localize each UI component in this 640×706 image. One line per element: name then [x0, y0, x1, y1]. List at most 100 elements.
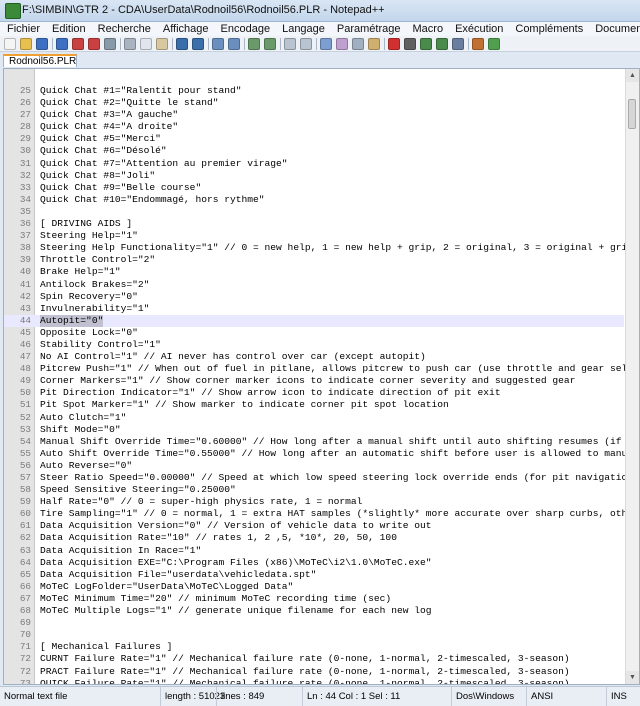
editor-line[interactable]: 66 MoTeC LogFolder="UserData\MoTeC\Logged…	[4, 581, 624, 593]
find-icon[interactable]	[212, 37, 224, 50]
launch-icon[interactable]	[472, 37, 484, 50]
editor-line[interactable]: 68 MoTeC Multiple Logs="1" // generate un…	[4, 605, 624, 617]
scroll-up-arrow-icon[interactable]: ▲	[626, 69, 639, 82]
editor-line[interactable]: 54 Manual Shift Override Time="0.60000" /…	[4, 436, 639, 448]
editor-line[interactable]: 65 Data Acquisition File="userdata\vehicl…	[4, 569, 624, 581]
vertical-scrollbar[interactable]: ▲ ▼	[625, 69, 639, 684]
editor-line[interactable]: 72 CURNT Failure Rate="1" // Mechanical f…	[4, 653, 624, 665]
new-file-icon[interactable]	[4, 37, 16, 50]
editor-line[interactable]: 28 Quick Chat #4="A droite"	[4, 121, 624, 133]
editor-line[interactable]: 27 Quick Chat #3="A gauche"	[4, 109, 624, 121]
menu-fichier[interactable]: Fichier	[0, 23, 46, 35]
cut-icon[interactable]	[124, 37, 136, 50]
word-wrap-icon[interactable]	[320, 37, 332, 50]
zoom-out-icon[interactable]	[264, 37, 276, 50]
zoom-in-icon[interactable]	[248, 37, 260, 50]
menu-affichage[interactable]: Affichage	[157, 23, 215, 35]
menu-encodage[interactable]: Encodage	[215, 23, 277, 35]
editor-line[interactable]: 34 Quick Chat #10="Endommagé, hors rythme…	[4, 194, 624, 206]
editor-line[interactable]: 50 Pit Direction Indicator="1" // Show ar…	[4, 387, 624, 399]
editor-line[interactable]: 71 [ Mechanical Failures ]	[4, 641, 624, 653]
editor-line[interactable]: 55 Auto Shift Override Time="0.55000" // …	[4, 447, 639, 460]
editor-line[interactable]: 40 Brake Help="1"	[4, 266, 624, 278]
editor-line[interactable]: 29 Quick Chat #5="Merci"	[4, 133, 624, 145]
print-icon[interactable]	[104, 37, 116, 50]
editor-line[interactable]: 46 Stability Control="1"	[4, 339, 624, 351]
editor-line[interactable]: 63 Data Acquisition In Race="1"	[4, 545, 624, 557]
menu-execution[interactable]: Exécution	[449, 23, 509, 35]
editor-line[interactable]: 26 Quick Chat #2="Quitte le stand"	[4, 97, 624, 109]
user-language-icon[interactable]	[368, 37, 380, 50]
close-all-icon[interactable]	[88, 37, 100, 50]
menu-langage[interactable]: Langage	[276, 23, 331, 35]
menu-edition[interactable]: Edition	[46, 23, 92, 35]
menu-recherche[interactable]: Recherche	[92, 23, 157, 35]
editor-line[interactable]: 30 Quick Chat #6="Désolé"	[4, 145, 624, 157]
line-number: 55	[19, 447, 31, 459]
editor-line[interactable]: 44 Autopit="0"	[4, 314, 624, 327]
spell-check-icon[interactable]	[488, 37, 500, 50]
paste-icon[interactable]	[156, 37, 168, 50]
menu-complements[interactable]: Compléments	[509, 23, 589, 35]
scrollbar-thumb[interactable]	[628, 99, 636, 129]
editor-line[interactable]: 51 Pit Spot Marker="1" // Show marker to …	[4, 399, 624, 411]
title-bar: F:\SIMBIN\GTR 2 - CDA\UserData\Rodnoil56…	[0, 0, 640, 22]
redo-icon[interactable]	[192, 37, 204, 50]
editor-line[interactable]: 38 Steering Help Functionality="1" // 0 =…	[4, 242, 633, 254]
editor-line[interactable]: 70	[4, 629, 624, 641]
run-macro-multiple-icon[interactable]	[436, 37, 448, 50]
menu-documents[interactable]: Documents	[589, 23, 640, 35]
replace-icon[interactable]	[228, 37, 240, 50]
save-icon[interactable]	[36, 37, 48, 50]
editor-line[interactable]: 62 Data Acquisition Rate="10" // rates 1,…	[4, 532, 624, 544]
editor-line[interactable]: 33 Quick Chat #9="Belle course"	[4, 182, 624, 194]
stop-macro-icon[interactable]	[404, 37, 416, 50]
record-macro-icon[interactable]	[388, 37, 400, 50]
editor-line[interactable]: 56 Auto Reverse="0"	[4, 460, 624, 472]
line-text: QUICK Failure Rate="1" // Mechanical fai…	[40, 677, 570, 685]
sync-vertical-icon[interactable]	[284, 37, 296, 50]
scroll-down-arrow-icon[interactable]: ▼	[626, 671, 639, 684]
editor-line[interactable]: 73 QUICK Failure Rate="1" // Mechanical f…	[4, 677, 624, 685]
editor-line[interactable]: 59 Half Rate="0" // 0 = super-high physic…	[4, 496, 624, 508]
editor-line[interactable]: 52 Auto Clutch="1"	[4, 412, 624, 424]
editor-line[interactable]: 41 Antilock Brakes="2"	[4, 279, 624, 291]
editor-line[interactable]: 47 No AI Control="1" // AI never has cont…	[4, 351, 624, 363]
line-text: Steering Help Functionality="1" // 0 = n…	[40, 242, 633, 254]
sync-horizontal-icon[interactable]	[300, 37, 312, 50]
editor-line[interactable]: 48 Pitcrew Push="1" // When out of fuel i…	[4, 363, 639, 375]
editor-line[interactable]: 36 [ DRIVING AIDS ]	[4, 218, 624, 230]
menu-macro[interactable]: Macro	[407, 23, 450, 35]
tab-rodnoil56-plr[interactable]: Rodnoil56.PLR	[3, 54, 77, 67]
show-all-chars-icon[interactable]	[336, 37, 348, 50]
save-macro-icon[interactable]	[452, 37, 464, 50]
editor-line[interactable]: 31 Quick Chat #7="Attention au premier vi…	[4, 158, 624, 170]
close-icon[interactable]	[72, 37, 84, 50]
editor-line[interactable]: 60 Tire Sampling="1" // 0 = normal, 1 = e…	[4, 508, 639, 520]
editor-line[interactable]: 69	[4, 617, 624, 629]
save-all-icon[interactable]	[56, 37, 68, 50]
editor-line[interactable]: 42 Spin Recovery="0"	[4, 291, 624, 303]
copy-icon[interactable]	[140, 37, 152, 50]
indent-guide-icon[interactable]	[352, 37, 364, 50]
editor-line[interactable]: 39 Throttle Control="2"	[4, 254, 624, 266]
editor-line[interactable]: 25 Quick Chat #1="Ralentit pour stand"	[4, 85, 624, 97]
editor-line[interactable]: 61 Data Acquisition Version="0" // Versio…	[4, 520, 624, 532]
editor-line[interactable]: 67 MoTeC Minimum Time="20" // minimum MoT…	[4, 593, 624, 605]
editor-line[interactable]: 57 Steer Ratio Speed="0.00000" // Speed a…	[4, 472, 639, 484]
editor-line[interactable]: 72 PRACT Failure Rate="1" // Mechanical f…	[4, 666, 624, 678]
play-macro-icon[interactable]	[420, 37, 432, 50]
open-file-icon[interactable]	[20, 37, 32, 50]
text-editor[interactable]: 25 Quick Chat #1="Ralentit pour stand" 26 Q…	[3, 68, 640, 685]
editor-line[interactable]: 35	[4, 206, 624, 218]
editor-line[interactable]: 49 Corner Markers="1" // Show corner mark…	[4, 375, 624, 387]
editor-line[interactable]: 37 Steering Help="1"	[4, 230, 624, 242]
editor-line[interactable]: 32 Quick Chat #8="Joli"	[4, 170, 624, 182]
editor-line[interactable]: 64 Data Acquisition EXE="C:\Program Files…	[4, 557, 624, 569]
menu-parametrage[interactable]: Paramétrage	[331, 23, 407, 35]
undo-icon[interactable]	[176, 37, 188, 50]
editor-line[interactable]: 43 Invulnerability="1"	[4, 303, 624, 315]
editor-line[interactable]: 53 Shift Mode="0"	[4, 424, 624, 436]
editor-line[interactable]: 45 Opposite Lock="0"	[4, 327, 624, 339]
editor-line[interactable]: 58 Speed Sensitive Steering="0.25000"	[4, 484, 624, 496]
